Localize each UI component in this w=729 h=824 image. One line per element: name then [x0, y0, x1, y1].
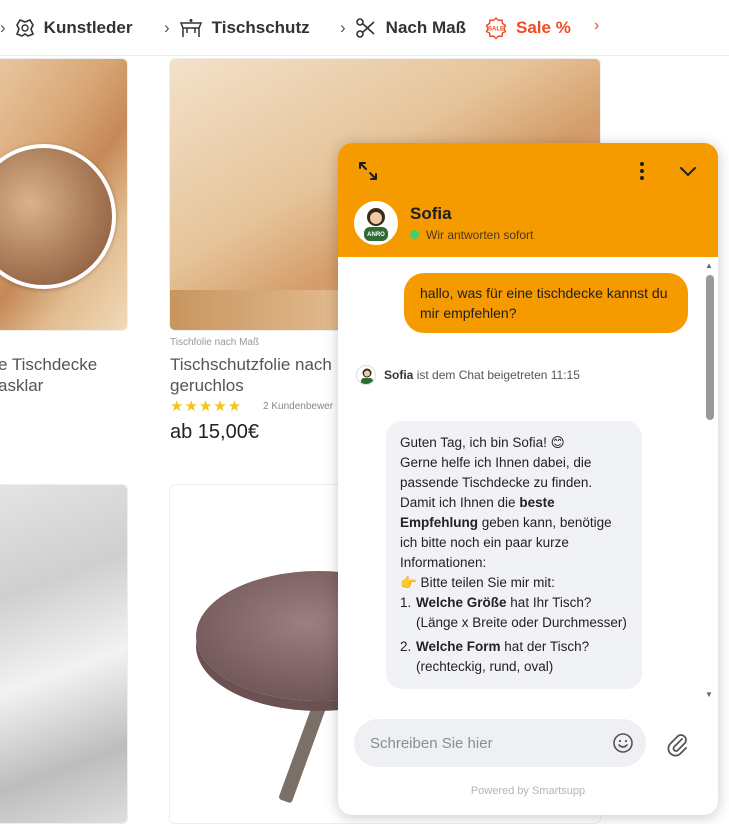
agent-avatar-small	[356, 365, 376, 385]
nav-item-sale[interactable]: SALE Sale %	[484, 14, 571, 42]
product-price: ab 15,00€	[170, 421, 259, 443]
nav-label: Nach Maß	[385, 18, 466, 37]
share-prompt: 👉 Bitte teilen Sie mir mit:	[400, 575, 555, 590]
svg-text:SALE: SALE	[488, 27, 504, 33]
message-input-container	[354, 719, 646, 767]
chat-messages[interactable]: hallo, was für eine tischdecke kannst du…	[338, 257, 718, 697]
nav-label: Sale %	[516, 18, 571, 37]
scroll-up-arrow-icon[interactable]: ▲	[705, 261, 713, 270]
question-1: 1. Welche Größe hat Ihr Tisch? (Länge x B…	[400, 595, 627, 630]
agent-avatar: ANRO	[354, 201, 398, 245]
sale-badge-icon: SALE	[485, 17, 507, 40]
greeting-text: Guten Tag, ich bin Sofia! 😊	[400, 435, 565, 450]
nav-item-nach-mass[interactable]: › Nach Maß	[340, 14, 466, 42]
user-message: hallo, was für eine tischdecke kannst du…	[404, 273, 688, 333]
more-options-icon[interactable]	[632, 159, 652, 183]
chevron-right-icon: ›	[340, 18, 346, 37]
scrollbar-thumb[interactable]	[706, 275, 714, 420]
agent-status: Wir antworten sofort	[426, 228, 534, 242]
review-count[interactable]: 2 Kundenbewer	[263, 401, 333, 412]
product-title-2[interactable]: Tischschutzfolie nach geruchlos	[170, 354, 332, 396]
chevron-right-icon: ›	[0, 18, 6, 37]
rating-stars: ★★★★★	[170, 398, 243, 415]
online-status-icon	[410, 230, 419, 239]
avatar-logo-text: ANRO	[367, 232, 385, 238]
product-subtitle: Tischfolie nach Maß	[170, 337, 260, 348]
chevron-right-icon: ›	[164, 18, 170, 37]
zoom-detail-image	[0, 144, 116, 289]
join-agent-name: Sofia	[384, 368, 414, 382]
message-input[interactable]	[370, 719, 600, 767]
product-title-1[interactable]: e Tischdecke asklar	[0, 354, 97, 396]
nav-item-tischschutz[interactable]: › Tischschutz	[164, 14, 310, 42]
nav-label: Tischschutz	[211, 18, 310, 37]
product-image-3[interactable]	[0, 484, 128, 824]
agent-joined-notice: Sofia ist dem Chat beigetreten 11:15	[356, 365, 580, 385]
product-image-1[interactable]	[0, 58, 128, 331]
chat-header: ANRO Sofia Wir antworten sofort	[338, 143, 718, 257]
agent-message: Guten Tag, ich bin Sofia! 😊 Gerne helfe …	[386, 421, 642, 689]
nav-next-arrow-icon[interactable]: ›	[594, 17, 599, 35]
table-cover-icon	[179, 19, 202, 37]
category-nav: › Kunstleder › Tischschutz › Nach Maß SA…	[0, 0, 729, 56]
scissors-icon	[355, 18, 375, 38]
chat-widget: ANRO Sofia Wir antworten sofort hallo, w…	[338, 143, 718, 815]
attachment-icon[interactable]	[664, 731, 690, 757]
expand-icon[interactable]	[356, 159, 380, 183]
nav-label: Kunstleder	[43, 18, 133, 37]
nav-item-kunstleder[interactable]: › Kunstleder	[0, 14, 132, 42]
emoji-icon[interactable]	[612, 732, 634, 754]
intro-text: Gerne helfe ich Ihnen dabei, die passend…	[400, 455, 612, 570]
join-text: ist dem Chat beigetreten 11:15	[416, 368, 580, 382]
scroll-down-arrow-icon[interactable]: ▼	[705, 690, 713, 699]
leather-icon	[15, 19, 34, 37]
powered-by-link[interactable]: Powered by Smartsupp	[338, 785, 718, 797]
question-2: 2. Welche Form hat der Tisch? (rechteckig…	[400, 639, 590, 674]
chevron-down-icon[interactable]	[676, 159, 700, 183]
agent-name: Sofia	[410, 204, 452, 223]
